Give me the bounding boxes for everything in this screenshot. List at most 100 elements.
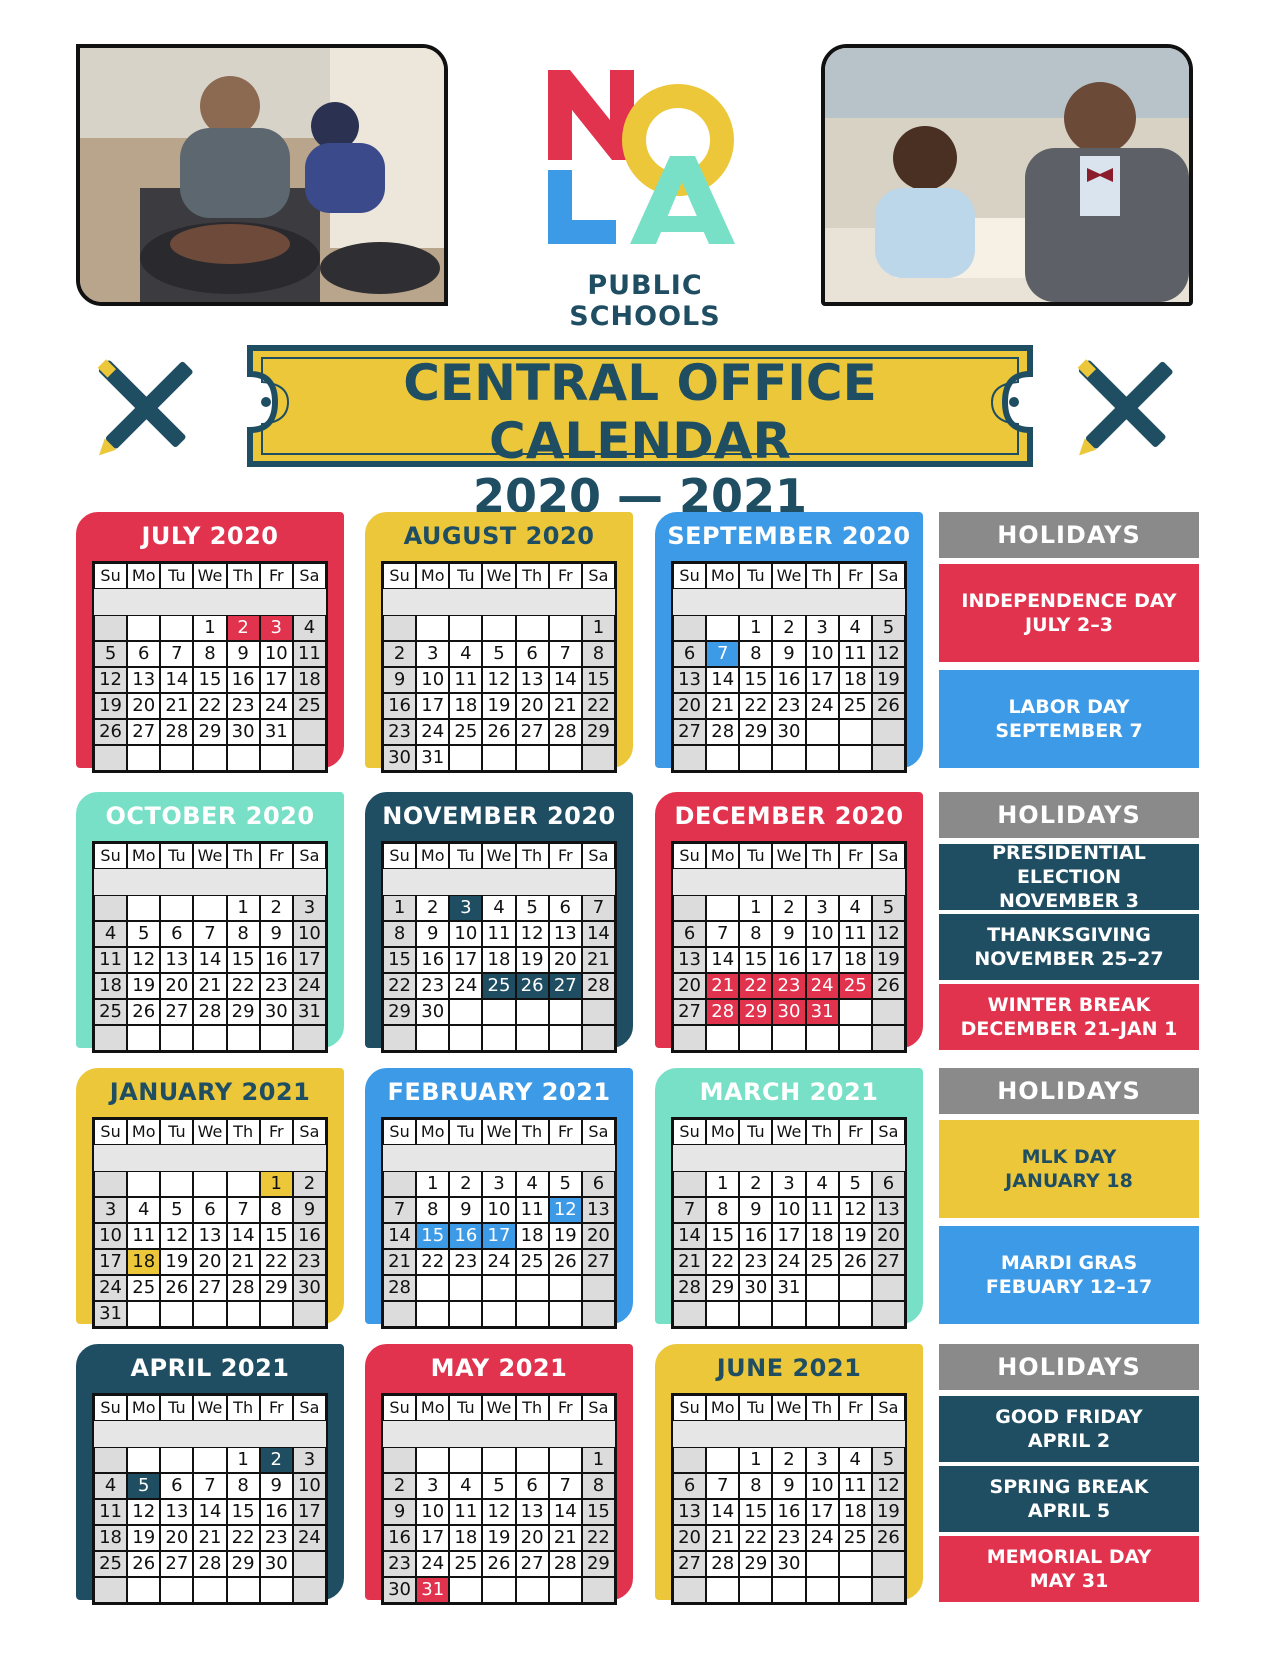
- empty-day-cell: [449, 615, 483, 641]
- day-cell: 17: [94, 1249, 128, 1275]
- day-cell: 12: [515, 921, 549, 947]
- day-cell: 14: [160, 667, 194, 693]
- empty-day-cell: [581, 1577, 615, 1603]
- empty-day-cell: [871, 999, 905, 1025]
- day-cell: 11: [838, 921, 872, 947]
- day-cell: 30: [292, 1275, 326, 1301]
- empty-day-cell: [838, 1551, 872, 1577]
- day-cell: 17: [805, 947, 839, 973]
- day-cell: 24: [772, 1249, 806, 1275]
- empty-day-cell: [581, 1301, 615, 1327]
- day-cell: 27: [581, 1249, 615, 1275]
- day-cell: 20: [581, 1223, 615, 1249]
- day-cell: 23: [772, 1525, 806, 1551]
- empty-day-cell: [292, 719, 326, 745]
- day-cell: 3: [416, 641, 450, 667]
- weekday-header: We: [482, 563, 516, 589]
- day-cell: 18: [449, 1525, 483, 1551]
- empty-day-cell: [449, 1301, 483, 1327]
- empty-day-cell: [226, 745, 260, 771]
- empty-day-cell: [449, 1275, 483, 1301]
- holiday-name: THANKSGIVING: [987, 924, 1151, 946]
- day-cell: 5: [871, 615, 905, 641]
- empty-day-cell: [416, 1025, 450, 1051]
- header-gap: [94, 869, 326, 877]
- day-cell: 30: [259, 999, 293, 1025]
- day-cell: 21: [226, 1249, 260, 1275]
- day-cell: 20: [193, 1249, 227, 1275]
- day-cell: 26: [482, 1551, 516, 1577]
- empty-day-cell: [193, 895, 227, 921]
- empty-day-cell: [548, 1275, 582, 1301]
- day-cell: 16: [772, 667, 806, 693]
- day-cell: 6: [673, 1473, 707, 1499]
- day-cell: 1: [383, 895, 417, 921]
- day-cell: 22: [739, 1525, 773, 1551]
- empty-day-cell: [515, 999, 549, 1025]
- day-cell: 14: [383, 1223, 417, 1249]
- empty-day-cell: [449, 1447, 483, 1473]
- weekday-header: Fr: [548, 563, 582, 589]
- weekday-header: We: [772, 1119, 806, 1145]
- empty-day-cell: [548, 1025, 582, 1051]
- empty-day-cell: [127, 895, 161, 921]
- day-cell: 30: [772, 999, 806, 1025]
- empty-day-cell: [383, 1171, 417, 1197]
- day-cell: 3: [416, 1473, 450, 1499]
- month-grid: Su Mo Tu We Th Fr Sa 1 2 3 4 5 6 7 8 9 10 11 12 13 14 15 16 17 1…: [92, 561, 328, 773]
- weekday-header: Mo: [706, 1395, 740, 1421]
- day-cell: 16: [416, 947, 450, 973]
- day-cell: 16: [383, 693, 417, 719]
- day-cell: 29: [193, 719, 227, 745]
- day-cell: 27: [515, 1551, 549, 1577]
- month-january-2021: JANUARY 2021 Su Mo Tu We Th Fr Sa 1 2 3 4 5 6 7 8 9 10 11 1…: [76, 1068, 344, 1329]
- day-cell: 4: [838, 895, 872, 921]
- day-cell: 28: [226, 1275, 260, 1301]
- empty-day-cell: [706, 1447, 740, 1473]
- day-cell: 15: [226, 1499, 260, 1525]
- day-cell: 9: [383, 1499, 417, 1525]
- day-cell: 14: [226, 1223, 260, 1249]
- day-cell: 24: [292, 1525, 326, 1551]
- empty-day-cell: [871, 1025, 905, 1051]
- day-cell: 22: [581, 693, 615, 719]
- weekday-header: Mo: [706, 563, 740, 589]
- day-cell: 21: [193, 1525, 227, 1551]
- day-cell: 2: [226, 615, 260, 641]
- day-cell: 27: [160, 1551, 194, 1577]
- day-cell: 28: [193, 999, 227, 1025]
- day-cell: 29: [226, 1551, 260, 1577]
- month-grid: Su Mo Tu We Th Fr Sa 1 2 3 4 5 6 7 8 9 10 11 12 13 14 15 16 17 1…: [92, 1393, 328, 1605]
- day-cell: 20: [160, 1525, 194, 1551]
- day-cell: 28: [673, 1275, 707, 1301]
- holiday-date: NOVEMBER 25–27: [974, 948, 1164, 970]
- day-cell: 7: [706, 641, 740, 667]
- weekday-header: We: [482, 843, 516, 869]
- day-cell: 3: [292, 1447, 326, 1473]
- weekday-header: Sa: [292, 1395, 326, 1421]
- day-cell: 25: [805, 1249, 839, 1275]
- day-cell: 1: [226, 895, 260, 921]
- day-cell: 9: [259, 921, 293, 947]
- day-cell: 26: [838, 1249, 872, 1275]
- day-cell: 6: [673, 641, 707, 667]
- month-grid: Su Mo Tu We Th Fr Sa 1 2 3 4 5 6 7 8 9 10 11 12 13 14 15 16 17 1…: [381, 1393, 617, 1605]
- empty-day-cell: [482, 1025, 516, 1051]
- holiday-date: APRIL 2: [1027, 1430, 1111, 1452]
- day-cell: 14: [193, 1499, 227, 1525]
- empty-day-cell: [673, 1447, 707, 1473]
- weekday-header: Th: [226, 1395, 260, 1421]
- day-cell: 27: [673, 1551, 707, 1577]
- day-cell: 24: [416, 719, 450, 745]
- day-cell: 7: [548, 641, 582, 667]
- day-cell: 17: [292, 1499, 326, 1525]
- day-cell: 26: [127, 999, 161, 1025]
- empty-day-cell: [482, 1301, 516, 1327]
- weekday-header: Su: [383, 563, 417, 589]
- day-cell: 22: [226, 1525, 260, 1551]
- empty-day-cell: [292, 1025, 326, 1051]
- day-cell: 13: [127, 667, 161, 693]
- day-cell: 29: [226, 999, 260, 1025]
- day-cell: 2: [259, 895, 293, 921]
- day-cell: 24: [416, 1551, 450, 1577]
